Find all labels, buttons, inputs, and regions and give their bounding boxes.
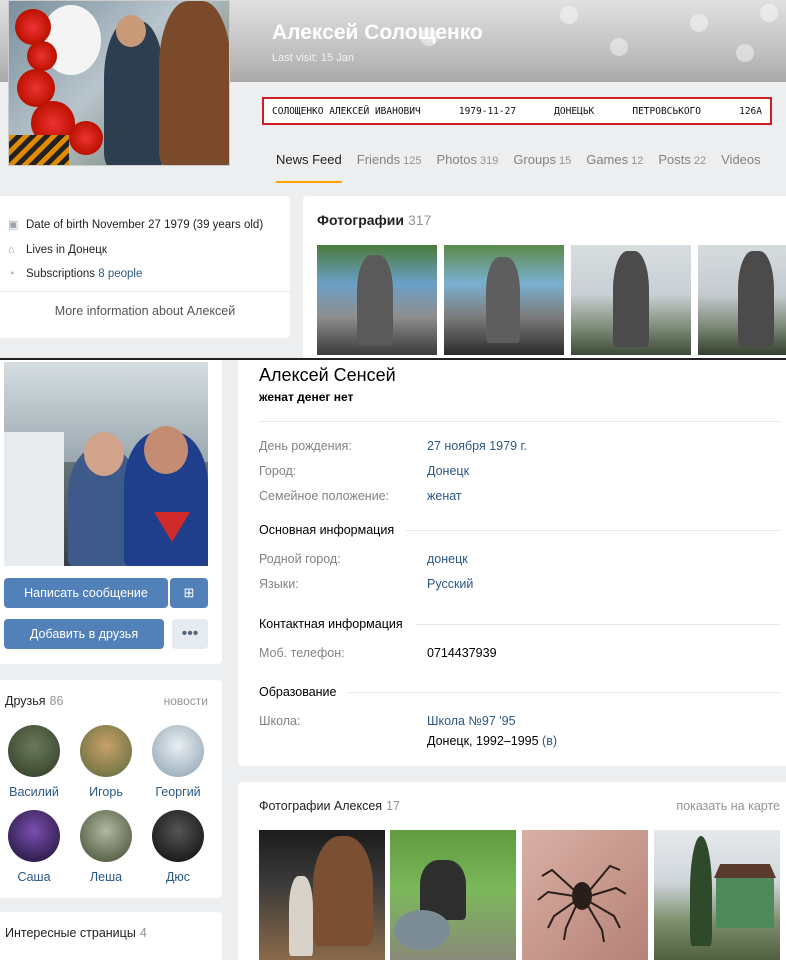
photo-thumb[interactable] [259,830,385,960]
tab-photos[interactable]: Photos 319 [436,152,498,183]
friend-avatar [8,725,60,777]
tab-groups[interactable]: Groups 15 [513,152,571,183]
highlight-full-name: СОЛОЩЕНКО АЛЕКСЕЙ ИВАНОВИЧ [272,105,421,117]
photo-thumb[interactable] [654,830,780,960]
profile-tabs: News Feed Friends 125 Photos 319 Groups 15 … [276,152,776,183]
dob-row: ▣ Date of birth November 27 1979 (39 yea… [8,218,264,231]
photo-thumb[interactable] [317,245,437,355]
photo-thumb[interactable] [698,245,786,355]
photo-thumb[interactable] [522,830,648,960]
bottom-photos-card: Фотографии Алексея 17 показать на карте [238,782,786,960]
more-info-link[interactable]: More information about Алексей [0,291,290,318]
lives-row: ⌂ Lives in Донецк [8,243,107,256]
friend-name: Саша [17,870,51,884]
send-message-button[interactable]: Написать сообщение [4,578,168,608]
friends-news-link[interactable]: новости [164,694,208,708]
friend-name: Василий [9,785,59,799]
friend-name: Леша [89,870,123,884]
section-education: Образование [259,685,780,699]
friend-name: Игорь [89,785,123,799]
spider-image [537,864,627,943]
gift-button[interactable]: ⊞ [170,578,208,608]
section-basic-info: Основная информация [259,523,780,537]
profile-status: женат денег нет [259,390,354,404]
profile-photo[interactable] [4,362,208,566]
top-photos-card: Фотографии 317 [303,196,786,358]
highlight-street: ПЕТРОВСЬКОГО [632,105,701,117]
subscriptions-row[interactable]: ◔ Subscriptions 8 people [8,268,142,280]
friend-item[interactable]: Леша [71,810,141,884]
gift-icon: ⊞ [183,585,195,600]
add-friend-button[interactable]: Добавить в друзья [4,619,164,649]
friends-card: Друзья 86 новости Василий Игорь Георгий С… [0,680,222,898]
photo-thumb[interactable] [390,830,516,960]
more-actions-button[interactable]: ••• [172,619,208,649]
divider [259,421,780,422]
profile-info-card: ▣ Date of birth November 27 1979 (39 yea… [0,196,290,338]
identity-highlight-box: СОЛОЩЕНКО АЛЕКСЕЙ ИВАНОВИЧ 1979-11-27 ДО… [262,97,772,125]
tab-videos[interactable]: Videos [721,152,761,183]
last-visit: Last visit: 15 Jan [272,52,354,64]
home-icon: ⌂ [8,243,15,256]
interesting-pages-card: Интересные страницы 4 [0,912,222,960]
profile-avatar[interactable] [8,0,230,166]
highlight-house: 126А [739,105,762,117]
tab-news-feed[interactable]: News Feed [276,152,342,183]
friend-name: Георгий [155,785,201,799]
friend-name: Дюс [165,870,191,884]
tab-games[interactable]: Games 12 [586,152,643,183]
friend-item[interactable]: Георгий [143,725,213,799]
friend-avatar [152,810,204,862]
bottom-profile-panel: Написать сообщение ⊞ Добавить в друзья •… [0,360,786,960]
highlight-birth: 1979-11-27 [458,105,517,117]
section-contact-info: Контактная информация [259,617,780,631]
show-on-map-link[interactable]: показать на карте [676,799,780,813]
tab-posts[interactable]: Posts 22 [658,152,706,183]
profile-name: Алексей Сенсей [259,365,396,385]
top-photos-title: Фотографии 317 [317,212,432,228]
friend-item[interactable]: Дюс [143,810,213,884]
friend-avatar [8,810,60,862]
interesting-pages-title[interactable]: Интересные страницы 4 [5,926,147,940]
top-profile-panel: Алексей Солощенко Last visit: 15 Jan СОЛ… [0,0,786,358]
profile-details-card: Алексей Сенсей женат денег нет День рожд… [238,360,786,766]
profile-name: Алексей Солощенко [272,21,483,44]
rss-icon: ◔ [8,267,15,280]
avatar-card: Написать сообщение ⊞ Добавить в друзья •… [0,360,222,664]
photo-thumb[interactable] [444,245,564,355]
friends-title[interactable]: Друзья 86 [5,694,63,708]
friend-avatar [152,725,204,777]
friend-avatar [80,725,132,777]
calendar-icon: ▣ [8,218,19,231]
friend-item[interactable]: Саша [0,810,69,884]
highlight-city: ДОНЕЦЬК [554,105,595,117]
photos-title[interactable]: Фотографии Алексея 17 [259,799,400,813]
friend-item[interactable]: Игорь [71,725,141,799]
photo-thumb[interactable] [571,245,691,355]
friend-avatar [80,810,132,862]
friend-item[interactable]: Василий [0,725,69,799]
tab-friends[interactable]: Friends 125 [357,152,422,183]
